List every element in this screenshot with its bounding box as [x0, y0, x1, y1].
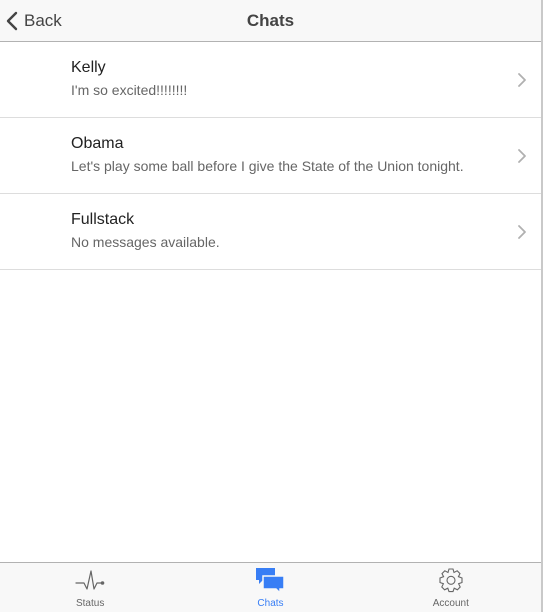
- chat-list: Kelly I'm so excited!!!!!!!! Obama Let's…: [0, 42, 541, 270]
- chevron-right-icon: [517, 148, 527, 164]
- chat-bubbles-icon: [255, 567, 286, 595]
- tab-status[interactable]: Status: [0, 563, 180, 612]
- chat-item-kelly[interactable]: Kelly I'm so excited!!!!!!!!: [0, 42, 541, 118]
- gear-icon: [436, 567, 466, 595]
- pulse-icon: [75, 567, 105, 595]
- tab-chats[interactable]: Chats: [180, 563, 360, 612]
- tab-label: Status: [75, 598, 105, 609]
- chat-name: Fullstack: [71, 211, 135, 228]
- chat-name: Kelly: [71, 59, 106, 76]
- chevron-right-icon: [517, 72, 527, 88]
- chat-item-fullstack[interactable]: Fullstack No messages available.: [0, 194, 541, 270]
- tab-label: Account: [432, 598, 469, 609]
- tab-bar: Status Chats Account: [0, 562, 541, 612]
- nav-bar: Back Chats: [0, 0, 541, 42]
- chat-last-message: No messages available.: [71, 234, 220, 250]
- chat-name: Obama: [71, 135, 124, 152]
- page-title: Chats: [246, 11, 295, 30]
- app-window: Back Chats Kelly I'm so excited!!!!!!!! …: [0, 0, 543, 612]
- tab-account[interactable]: Account: [361, 563, 541, 612]
- chat-last-message: Let's play some ball before I give the S…: [71, 158, 464, 174]
- tab-label: Chats: [257, 598, 284, 609]
- chat-item-obama[interactable]: Obama Let's play some ball before I give…: [0, 118, 541, 194]
- chevron-right-icon: [517, 224, 527, 240]
- chat-last-message: I'm so excited!!!!!!!!: [71, 82, 188, 98]
